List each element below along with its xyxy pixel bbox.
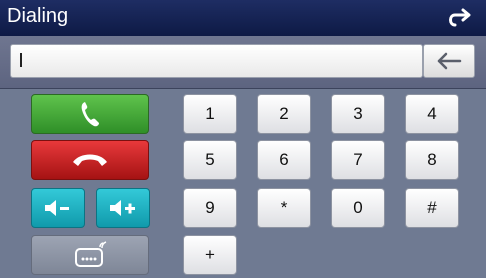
- key-star[interactable]: *: [257, 188, 311, 228]
- key-3[interactable]: 3: [331, 94, 385, 134]
- hang-up-button[interactable]: [31, 140, 149, 180]
- call-button[interactable]: [31, 94, 149, 134]
- key-2[interactable]: 2: [257, 94, 311, 134]
- phone-handset-icon: [81, 102, 99, 127]
- key-9[interactable]: 9: [183, 188, 237, 228]
- key-7[interactable]: 7: [331, 140, 385, 180]
- bluetooth-device-button[interactable]: [31, 235, 149, 275]
- backspace-button[interactable]: [423, 44, 475, 78]
- hang-up-icon: [73, 154, 107, 166]
- number-input-field[interactable]: [10, 44, 423, 78]
- back-button[interactable]: [442, 2, 478, 32]
- key-hash[interactable]: #: [405, 188, 459, 228]
- left-arrow-icon: [437, 52, 462, 70]
- key-5[interactable]: 5: [183, 140, 237, 180]
- volume-up-button[interactable]: [96, 188, 150, 228]
- page-title: Dialing: [7, 5, 69, 27]
- key-6[interactable]: 6: [257, 140, 311, 180]
- volume-up-icon: [110, 200, 135, 216]
- key-1[interactable]: 1: [183, 94, 237, 134]
- volume-down-icon: [45, 200, 69, 216]
- key-4[interactable]: 4: [405, 94, 459, 134]
- volume-down-button[interactable]: [31, 188, 85, 228]
- text-caret: [20, 53, 22, 67]
- number-input-bar: [0, 36, 486, 89]
- key-0[interactable]: 0: [331, 188, 385, 228]
- return-arrow-icon: [449, 8, 471, 27]
- bluetooth-phone-icon: [75, 241, 107, 267]
- key-8[interactable]: 8: [405, 140, 459, 180]
- key-plus[interactable]: +: [183, 235, 237, 275]
- title-bar: Dialing: [0, 0, 486, 36]
- keypad-area: 1 2 3 4 5 6 7 8 9 * 0 # +: [0, 89, 486, 278]
